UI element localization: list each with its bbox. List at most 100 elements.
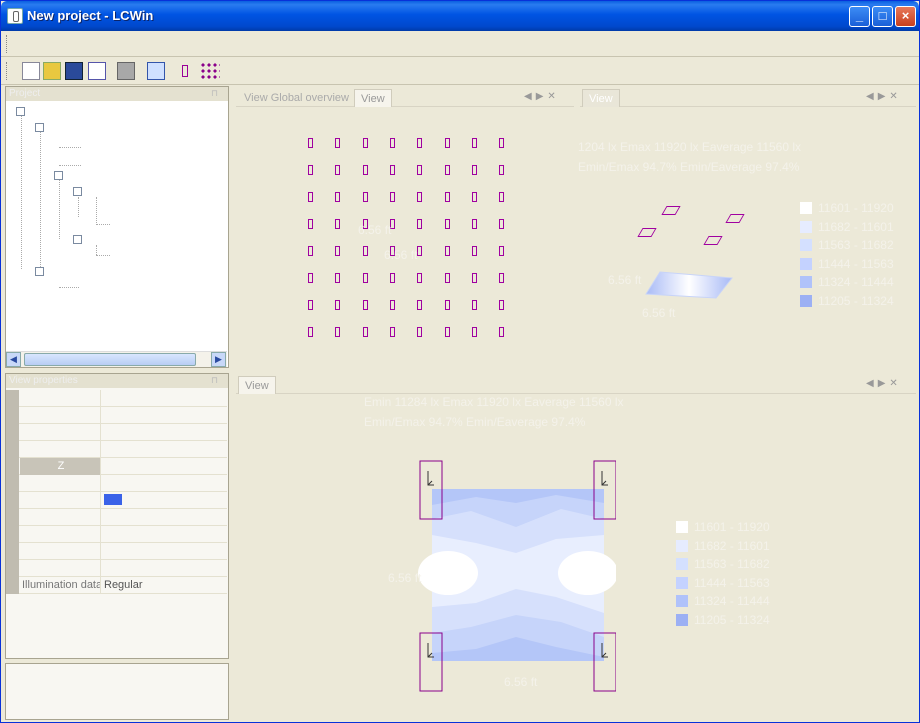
- property-row[interactable]: [6, 475, 227, 492]
- save-icon[interactable]: [65, 62, 83, 80]
- luminaire-symbol[interactable]: [362, 327, 368, 337]
- luminaire-symbol[interactable]: [499, 327, 505, 337]
- tab-view[interactable]: View: [354, 89, 392, 107]
- property-value[interactable]: [102, 458, 227, 475]
- luminaire-symbol[interactable]: [499, 219, 505, 229]
- luminaire-symbol[interactable]: [389, 192, 395, 202]
- luminaire-symbol[interactable]: [444, 246, 450, 256]
- toolbar-grip-icon[interactable]: [6, 62, 8, 80]
- property-value[interactable]: [102, 424, 227, 441]
- luminaire-symbol[interactable]: [308, 138, 313, 148]
- luminaire-icon[interactable]: [180, 62, 190, 80]
- top-right-view[interactable]: 1204 lx Emax 11920 lx Eaverage 11560 lx …: [578, 108, 916, 370]
- luminaire-symbol[interactable]: [417, 219, 423, 229]
- luminaire-symbol[interactable]: [335, 327, 341, 337]
- luminaire-symbol[interactable]: [444, 192, 450, 202]
- property-value[interactable]: [102, 475, 227, 492]
- tree-node-icon[interactable]: [54, 171, 63, 180]
- property-value[interactable]: [102, 407, 227, 424]
- luminaire-symbol[interactable]: [417, 165, 423, 175]
- print-icon[interactable]: [117, 62, 135, 80]
- open-folder-icon[interactable]: [43, 62, 61, 80]
- luminaire-symbol[interactable]: [389, 165, 395, 175]
- property-row[interactable]: [6, 441, 227, 458]
- property-row[interactable]: [6, 526, 227, 543]
- property-row[interactable]: [6, 543, 227, 560]
- luminaire-symbol[interactable]: [471, 165, 477, 175]
- luminaire-symbol[interactable]: [499, 165, 505, 175]
- luminaire-symbol[interactable]: [444, 165, 450, 175]
- property-value[interactable]: [102, 560, 227, 577]
- luminaire-symbol[interactable]: [417, 300, 423, 310]
- project-tree-scrollbar[interactable]: ◀ ▶: [6, 351, 227, 367]
- luminaire-symbol[interactable]: [389, 138, 395, 148]
- top-left-view[interactable]: 6.56 ft 6.56 ft: [236, 108, 574, 370]
- document-icon[interactable]: [88, 62, 106, 80]
- tree-node-icon[interactable]: [73, 235, 82, 244]
- luminaire-symbol[interactable]: [308, 273, 313, 283]
- property-row[interactable]: [6, 509, 227, 526]
- property-row[interactable]: [6, 492, 227, 509]
- luminaire-symbol[interactable]: [471, 192, 477, 202]
- property-value[interactable]: [102, 526, 227, 543]
- property-row[interactable]: [6, 560, 227, 577]
- luminaire-symbol[interactable]: [471, 327, 477, 337]
- luminaire-symbol[interactable]: [471, 273, 477, 283]
- color-swatch[interactable]: [104, 493, 122, 505]
- minimize-icon[interactable]: _: [849, 6, 870, 27]
- property-row[interactable]: Illumination data Regular: [6, 577, 227, 594]
- luminaire-symbol[interactable]: [308, 219, 313, 229]
- luminaire-symbol[interactable]: [362, 138, 368, 148]
- luminaire-symbol[interactable]: [417, 192, 423, 202]
- luminaire-symbol[interactable]: [471, 300, 477, 310]
- luminaire-symbol[interactable]: [389, 327, 395, 337]
- tab-nav-icon[interactable]: ◀▶✕: [524, 91, 560, 102]
- scroll-left-icon[interactable]: ◀: [6, 352, 21, 367]
- luminaire-symbol[interactable]: [417, 273, 423, 283]
- tree-node-icon[interactable]: [35, 267, 44, 276]
- property-value[interactable]: [102, 492, 227, 509]
- luminaire-symbol[interactable]: [471, 246, 477, 256]
- luminaire-symbol[interactable]: [444, 138, 450, 148]
- luminaire-symbol[interactable]: [444, 273, 450, 283]
- property-row[interactable]: Z: [6, 458, 227, 475]
- luminaire-symbol[interactable]: [335, 300, 341, 310]
- luminaire-symbol[interactable]: [362, 192, 368, 202]
- property-row[interactable]: [6, 424, 227, 441]
- pin-icon[interactable]: ⊓: [211, 88, 218, 99]
- scroll-thumb[interactable]: [24, 353, 196, 366]
- luminaire-symbol[interactable]: [389, 300, 395, 310]
- luminaire-symbol[interactable]: [362, 300, 368, 310]
- grid-icon[interactable]: [200, 62, 220, 80]
- luminaire-symbol[interactable]: [417, 246, 423, 256]
- maximize-icon[interactable]: □: [872, 6, 893, 27]
- luminaire-symbol[interactable]: [335, 273, 341, 283]
- menu-grip-icon[interactable]: [6, 35, 8, 53]
- tab-view-3d[interactable]: View: [582, 89, 620, 107]
- luminaire-symbol[interactable]: [499, 300, 505, 310]
- copy-icon[interactable]: [147, 62, 165, 80]
- luminaire-symbol[interactable]: [471, 219, 477, 229]
- tree-node-icon[interactable]: [73, 187, 82, 196]
- tree-node-icon[interactable]: [35, 123, 44, 132]
- new-file-icon[interactable]: [22, 62, 40, 80]
- tab-nav-icon[interactable]: ◀▶✕: [866, 378, 902, 389]
- tab-nav-icon[interactable]: ◀▶✕: [866, 91, 902, 102]
- luminaire-symbol[interactable]: [362, 165, 368, 175]
- luminaire-symbol[interactable]: [335, 165, 341, 175]
- tab-global-overview[interactable]: View Global overview: [238, 89, 355, 107]
- luminaire-symbol[interactable]: [417, 327, 423, 337]
- tab-view-2d[interactable]: View: [238, 376, 276, 394]
- luminaire-symbol[interactable]: [362, 246, 368, 256]
- tree-node-icon[interactable]: [16, 107, 25, 116]
- luminaire-symbol[interactable]: [335, 138, 341, 148]
- property-value[interactable]: [102, 441, 227, 458]
- luminaire-symbol[interactable]: [308, 192, 313, 202]
- luminaire-symbol[interactable]: [444, 219, 450, 229]
- property-value[interactable]: Regular: [102, 577, 227, 594]
- property-row[interactable]: [6, 407, 227, 424]
- app-icon[interactable]: [7, 8, 23, 24]
- luminaire-symbol[interactable]: [308, 327, 313, 337]
- scroll-right-icon[interactable]: ▶: [211, 352, 226, 367]
- pin-icon[interactable]: ⊓: [211, 375, 218, 386]
